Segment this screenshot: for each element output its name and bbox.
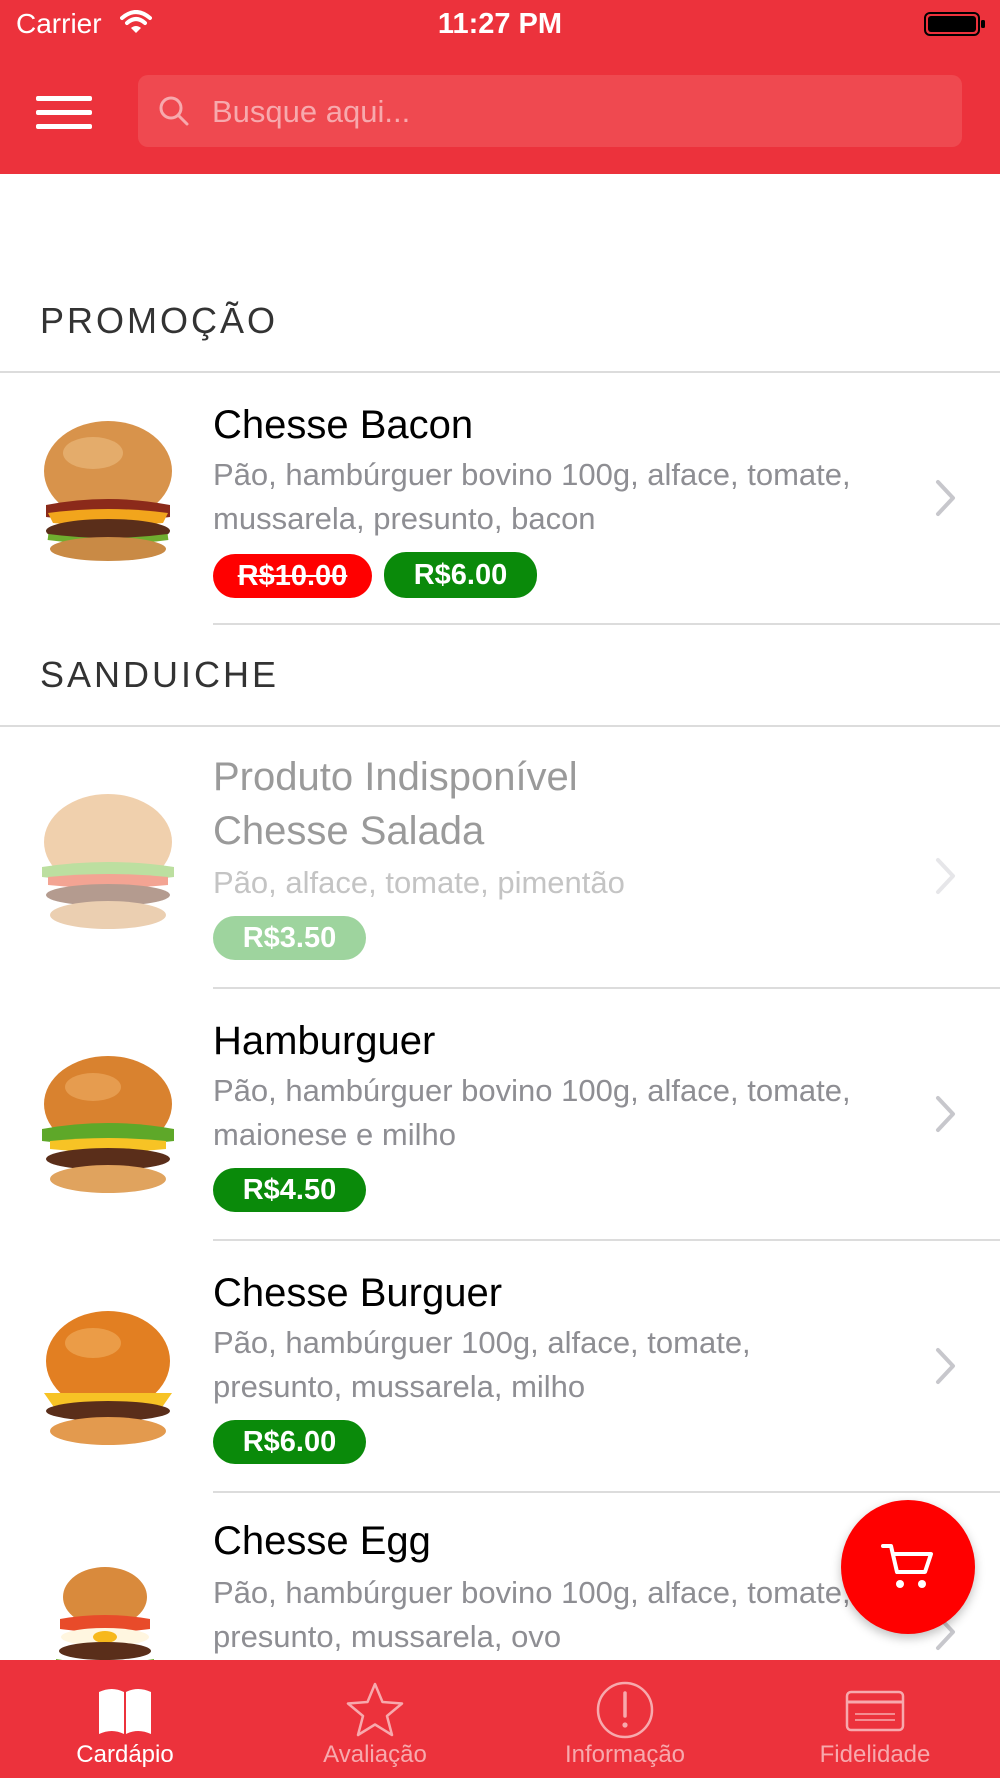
star-icon — [346, 1682, 404, 1737]
menu-button[interactable] — [26, 88, 102, 138]
search-bar[interactable] — [138, 75, 962, 149]
status-bar: Carrier 11:27 PM — [0, 0, 1000, 50]
tab-label: Fidelidade — [819, 1741, 931, 1768]
burger-image — [44, 1311, 172, 1445]
tab-fidelidade[interactable]: Fidelidade — [750, 1660, 1000, 1778]
item-name: Chesse Burguer — [213, 1271, 503, 1315]
price-badge: R$4.50 — [213, 1168, 366, 1212]
chevron-right-icon — [936, 480, 955, 516]
item-description: Pão, hambúrguer bovino 100g, alface, tom… — [213, 1073, 851, 1152]
item-description: Pão, alface, tomate, pimentão — [213, 865, 625, 900]
status-time: 11:27 PM — [437, 8, 563, 40]
divider — [213, 623, 1000, 625]
cart-icon — [881, 1544, 933, 1588]
item-status: Produto Indisponível — [213, 755, 578, 799]
burger-image — [56, 1567, 154, 1660]
tab-label: Cardápio — [76, 1741, 174, 1768]
card-icon — [845, 1690, 905, 1732]
tab-avaliacao[interactable]: Avaliação — [250, 1660, 500, 1778]
old-price-badge: R$10.00 — [213, 554, 372, 598]
book-icon — [99, 1689, 151, 1734]
chevron-right-icon — [936, 1096, 955, 1132]
price-badge: R$3.50 — [213, 916, 366, 960]
info-icon — [596, 1681, 654, 1739]
header: Carrier 11:27 PM — [0, 0, 1000, 174]
section-title-promocao: PROMOÇÃO — [40, 300, 279, 341]
item-description: Pão, hambúrguer bovino 100g, alface, tom… — [213, 457, 851, 536]
chevron-right-icon — [936, 1348, 955, 1384]
item-description: Pão, hambúrguer bovino 100g, alface, tom… — [213, 1575, 851, 1654]
tab-informacao[interactable]: Informação — [500, 1660, 750, 1778]
menu-item-chesse-burguer[interactable]: Chesse Burguer Pão, hambúrguer 100g, alf… — [0, 1241, 1000, 1491]
burger-image — [42, 794, 174, 929]
burger-image — [42, 1056, 174, 1193]
search-icon — [158, 95, 190, 132]
menu-item-chesse-bacon[interactable]: Chesse Bacon Pão, hambúrguer bovino 100g… — [0, 373, 1000, 623]
burger-image — [44, 421, 172, 561]
hamburger-line — [36, 124, 92, 129]
menu-item-chesse-salada[interactable]: Produto Indisponível Chesse Salada Pão, … — [0, 727, 1000, 987]
search-input[interactable] — [210, 75, 944, 149]
tab-cardapio[interactable]: Cardápio — [0, 1660, 250, 1778]
tab-label: Informação — [564, 1741, 686, 1768]
chevron-right-icon — [936, 858, 955, 894]
section-title-sanduiche: SANDUICHE — [40, 654, 280, 695]
battery-icon — [924, 12, 986, 36]
item-name: Chesse Bacon — [213, 403, 474, 447]
hamburger-menu-icon — [36, 96, 92, 101]
price-badge: R$6.00 — [384, 552, 537, 598]
item-name: Hamburguer — [213, 1019, 436, 1063]
menu-item-hamburguer[interactable]: Hamburguer Pão, hambúrguer bovino 100g, … — [0, 989, 1000, 1239]
item-description: Pão, hambúrguer 100g, alface, tomate, pr… — [213, 1325, 751, 1404]
tab-bar: Cardápio Avaliação Informação Fidelidade — [0, 1660, 1000, 1778]
cart-button[interactable] — [841, 1500, 975, 1634]
price-badge: R$6.00 — [213, 1420, 366, 1464]
hamburger-line — [36, 110, 92, 115]
tab-label: Avaliação — [323, 1741, 427, 1768]
item-name: Chesse Egg — [213, 1519, 431, 1563]
item-name: Chesse Salada — [213, 809, 485, 853]
